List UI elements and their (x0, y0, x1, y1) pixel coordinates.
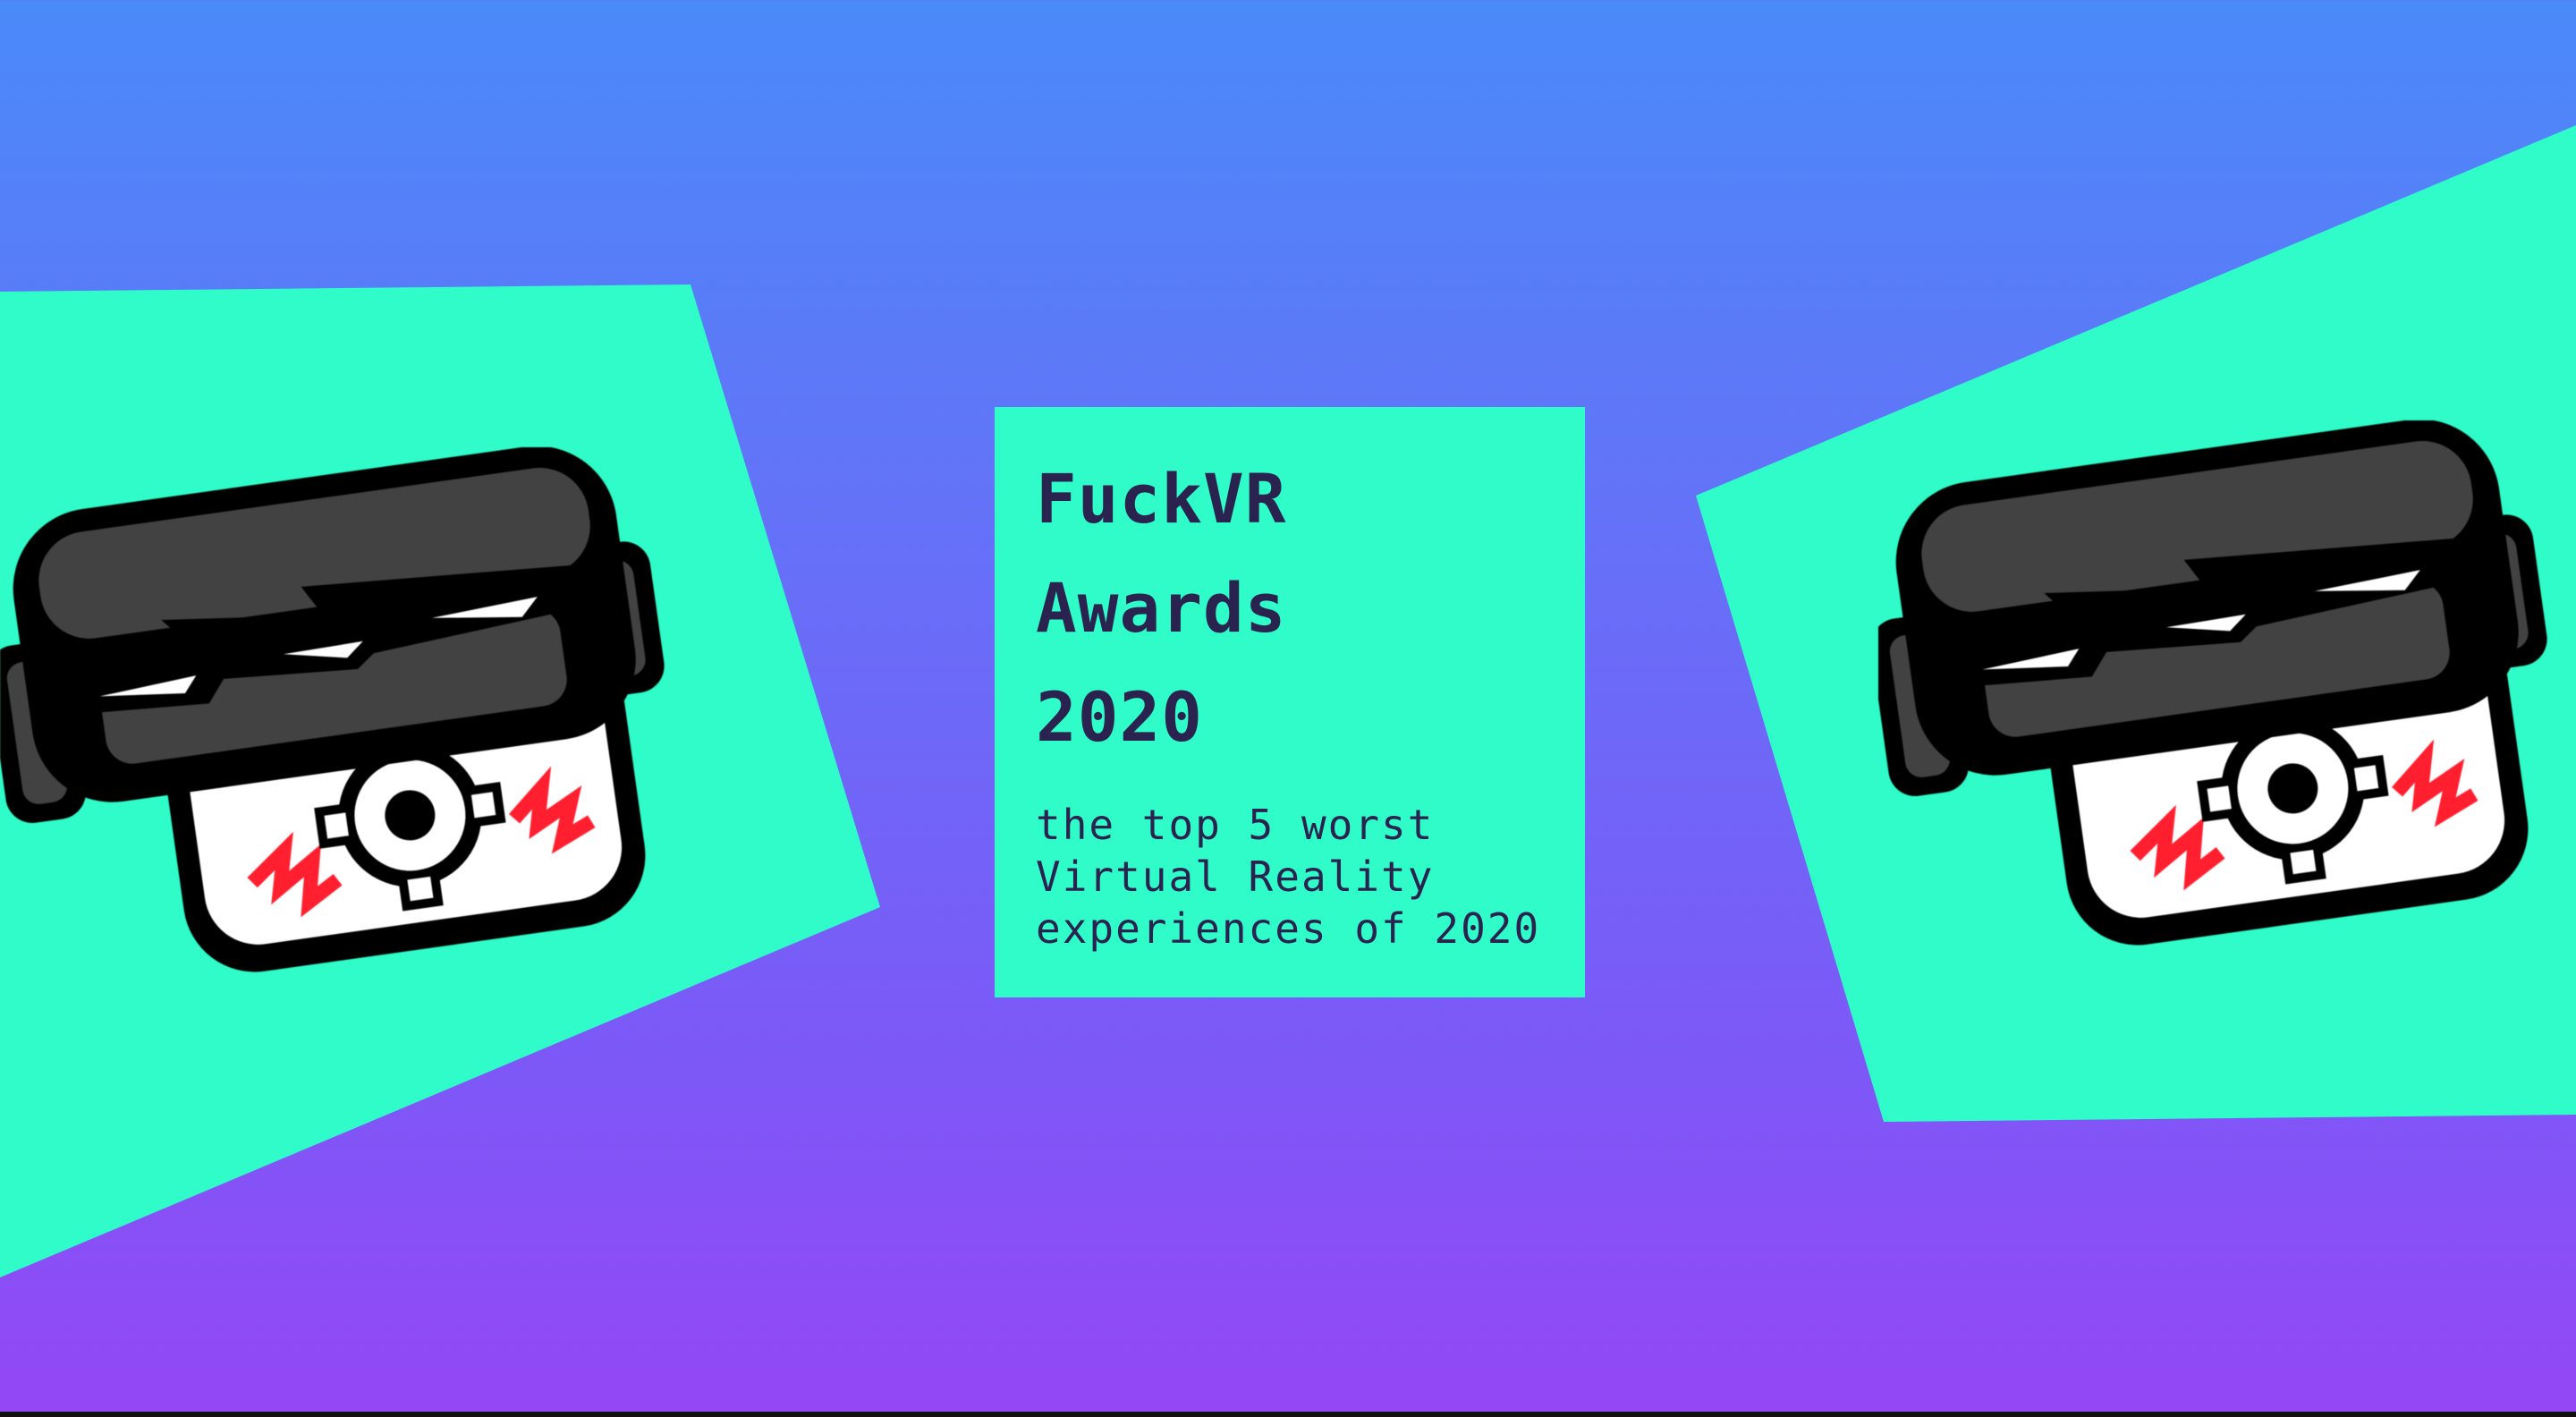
vr-headset-icon (1878, 420, 2547, 946)
title-card: FuckVR Awards 2020 the top 5 worst Virtu… (995, 407, 1585, 997)
subtitle: the top 5 worst Virtual Reality experien… (1036, 799, 1544, 955)
title-line-2: Awards (1036, 568, 1287, 648)
bottom-edge-bar (0, 1412, 2576, 1417)
subtitle-line-1: the top 5 worst (1036, 801, 1435, 849)
title-line-1: FuckVR (1036, 459, 1287, 539)
title-line-3: 2020 (1036, 677, 1204, 757)
subtitle-line-3: experiences of 2020 (1036, 904, 1541, 953)
subtitle-line-2: Virtual Reality (1036, 853, 1435, 901)
vr-headset-icon (0, 447, 665, 972)
